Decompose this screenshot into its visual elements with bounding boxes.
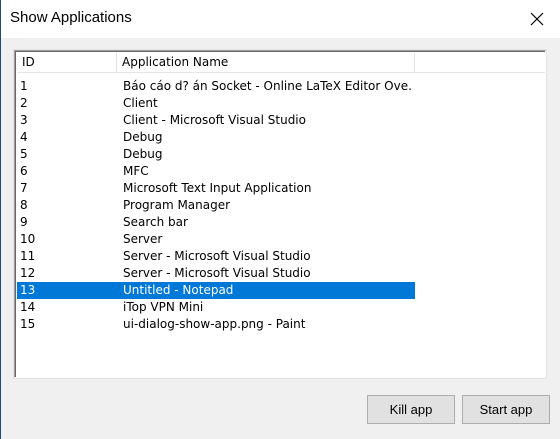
row-application-name: ui-dialog-show-app.png - Paint (123, 317, 306, 331)
row-application-name: Microsoft Text Input Application (123, 181, 312, 195)
row-id: 10 (20, 232, 36, 246)
row-application-name: Debug (123, 147, 163, 161)
row-id: 13 (20, 283, 36, 297)
table-row[interactable]: 9 Search bar (17, 214, 415, 231)
table-row[interactable]: 5 Debug (17, 146, 415, 163)
row-id: 2 (20, 96, 28, 110)
applications-list[interactable]: ID Application Name 1 Báo cáo d? án Socke… (14, 50, 546, 378)
close-icon (530, 12, 544, 26)
row-application-name: Debug (123, 130, 163, 144)
row-id: 11 (20, 249, 36, 263)
column-header-filler (415, 53, 545, 72)
table-row[interactable]: 12 Server - Microsoft Visual Studio (17, 265, 415, 282)
table-row[interactable]: 4 Debug (17, 129, 415, 146)
table-row[interactable]: 2 Client (17, 95, 415, 112)
window-title: Show Applications (10, 9, 132, 26)
column-header-id[interactable]: ID (17, 53, 117, 72)
column-header-application-name[interactable]: Application Name (117, 53, 415, 72)
row-application-name: iTop VPN Mini (123, 300, 204, 314)
table-row[interactable]: 3 Client - Microsoft Visual Studio (17, 112, 415, 129)
row-application-name: Server - Microsoft Visual Studio (123, 266, 311, 280)
show-applications-dialog: Show Applications ID Application Name 1 B… (0, 0, 560, 439)
list-rows: 1 Báo cáo d? án Socket - Online LaTeX Edi… (17, 78, 545, 333)
table-row[interactable]: 11 Server - Microsoft Visual Studio (17, 248, 415, 265)
row-id: 6 (20, 164, 28, 178)
table-row[interactable]: 13 Untitled - Notepad (17, 282, 415, 299)
kill-app-button[interactable]: Kill app (367, 395, 455, 424)
row-application-name: Server - Microsoft Visual Studio (123, 249, 311, 263)
row-id: 8 (20, 198, 28, 212)
row-application-name: Client (123, 96, 158, 110)
table-row[interactable]: 10 Server (17, 231, 415, 248)
row-application-name: MFC (123, 164, 149, 178)
row-application-name: Server (123, 232, 163, 246)
row-application-name: Search bar (123, 215, 188, 229)
row-application-name: Program Manager (123, 198, 231, 212)
list-header: ID Application Name (17, 53, 545, 73)
row-id: 4 (20, 130, 28, 144)
title-bar[interactable]: Show Applications (1, 0, 560, 38)
row-application-name: Untitled - Notepad (123, 283, 234, 297)
table-row[interactable]: 8 Program Manager (17, 197, 415, 214)
table-row[interactable]: 15 ui-dialog-show-app.png - Paint (17, 316, 415, 333)
close-button[interactable] (514, 0, 560, 38)
table-row[interactable]: 14 iTop VPN Mini (17, 299, 415, 316)
row-id: 15 (20, 317, 36, 331)
row-application-name: Client - Microsoft Visual Studio (123, 113, 306, 127)
row-id: 9 (20, 215, 28, 229)
row-id: 7 (20, 181, 28, 195)
row-id: 1 (20, 79, 28, 93)
start-app-button[interactable]: Start app (462, 395, 550, 424)
table-row[interactable]: 6 MFC (17, 163, 415, 180)
table-row[interactable]: 1 Báo cáo d? án Socket - Online LaTeX Edi… (17, 78, 415, 95)
row-id: 5 (20, 147, 28, 161)
row-id: 3 (20, 113, 28, 127)
row-id: 14 (20, 300, 36, 314)
row-application-name: Báo cáo d? án Socket - Online LaTeX Edit… (123, 79, 413, 93)
table-row[interactable]: 7 Microsoft Text Input Application (17, 180, 415, 197)
row-id: 12 (20, 266, 36, 280)
